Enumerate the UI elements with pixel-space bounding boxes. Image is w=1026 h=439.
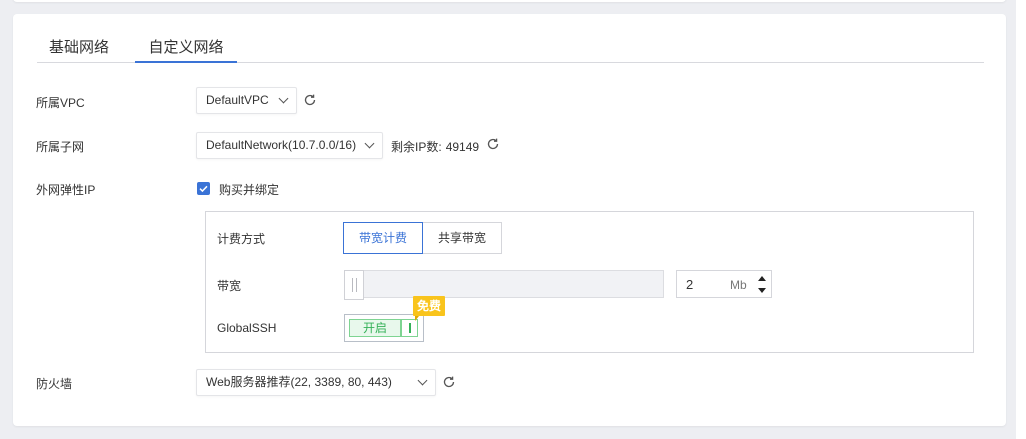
subnet-select-value: DefaultNetwork(10.7.0.0/16) (206, 138, 357, 152)
bandwidth-slider-track[interactable] (344, 270, 664, 298)
bandwidth-input[interactable]: 2 Mb (676, 270, 772, 298)
network-tabs: 基础网络 自定义网络 (37, 26, 984, 63)
eip-checkbox[interactable] (197, 182, 210, 195)
vpc-label: 所属VPC (36, 96, 85, 110)
network-config-card: 基础网络 自定义网络 所属VPC DefaultVPC 所属子网 Default… (13, 14, 1006, 426)
bandwidth-slider-handle[interactable] (344, 270, 364, 300)
firewall-select[interactable]: Web服务器推荐(22, 3389, 80, 443) (196, 369, 436, 396)
subnet-select[interactable]: DefaultNetwork(10.7.0.0/16) (196, 132, 383, 159)
free-badge: 免费 (413, 296, 446, 321)
refresh-icon[interactable] (303, 93, 317, 107)
subnet-label: 所属子网 (36, 140, 85, 154)
billing-label: 计费方式 (217, 232, 266, 246)
chevron-down-icon (364, 138, 375, 149)
refresh-icon[interactable] (486, 137, 500, 151)
billing-option-shared[interactable]: 共享带宽 (422, 222, 502, 254)
bandwidth-value: 2 (686, 277, 694, 292)
refresh-icon[interactable] (442, 375, 456, 389)
globalssh-toggle[interactable]: 开启 (344, 314, 424, 342)
tab-basic-network[interactable]: 基础网络 (49, 36, 109, 63)
vpc-select[interactable]: DefaultVPC (196, 87, 297, 114)
previous-card (13, 0, 1006, 2)
remaining-ip-count: 49149 (445, 140, 480, 154)
eip-checkbox-label: 购买并绑定 (219, 183, 280, 197)
globalssh-label: GlobalSSH (217, 321, 277, 335)
remaining-ip-label: 剩余IP数: (391, 140, 442, 154)
side-panel (1016, 0, 1026, 439)
tab-custom-network[interactable]: 自定义网络 (135, 36, 237, 63)
chevron-down-icon (278, 93, 289, 104)
billing-option-bandwidth[interactable]: 带宽计费 (343, 222, 423, 254)
toggle-knob (401, 319, 418, 337)
remaining-ip: 剩余IP数: 49149 (391, 138, 479, 155)
eip-options-panel: 计费方式 带宽计费 共享带宽 带宽 2 Mb GlobalSSH 开启 免费 (205, 211, 974, 353)
eip-label: 外网弹性IP (36, 183, 96, 197)
decrement-icon[interactable] (755, 285, 769, 296)
chevron-down-icon (417, 375, 428, 386)
globalssh-toggle-label: 开启 (349, 319, 401, 337)
bandwidth-unit: Mb (730, 278, 747, 292)
firewall-label: 防火墙 (36, 377, 73, 391)
bandwidth-label: 带宽 (217, 279, 242, 293)
firewall-select-value: Web服务器推荐(22, 3389, 80, 443) (206, 375, 392, 389)
check-icon (199, 185, 208, 193)
increment-icon[interactable] (755, 273, 769, 284)
vpc-select-value: DefaultVPC (206, 93, 269, 107)
